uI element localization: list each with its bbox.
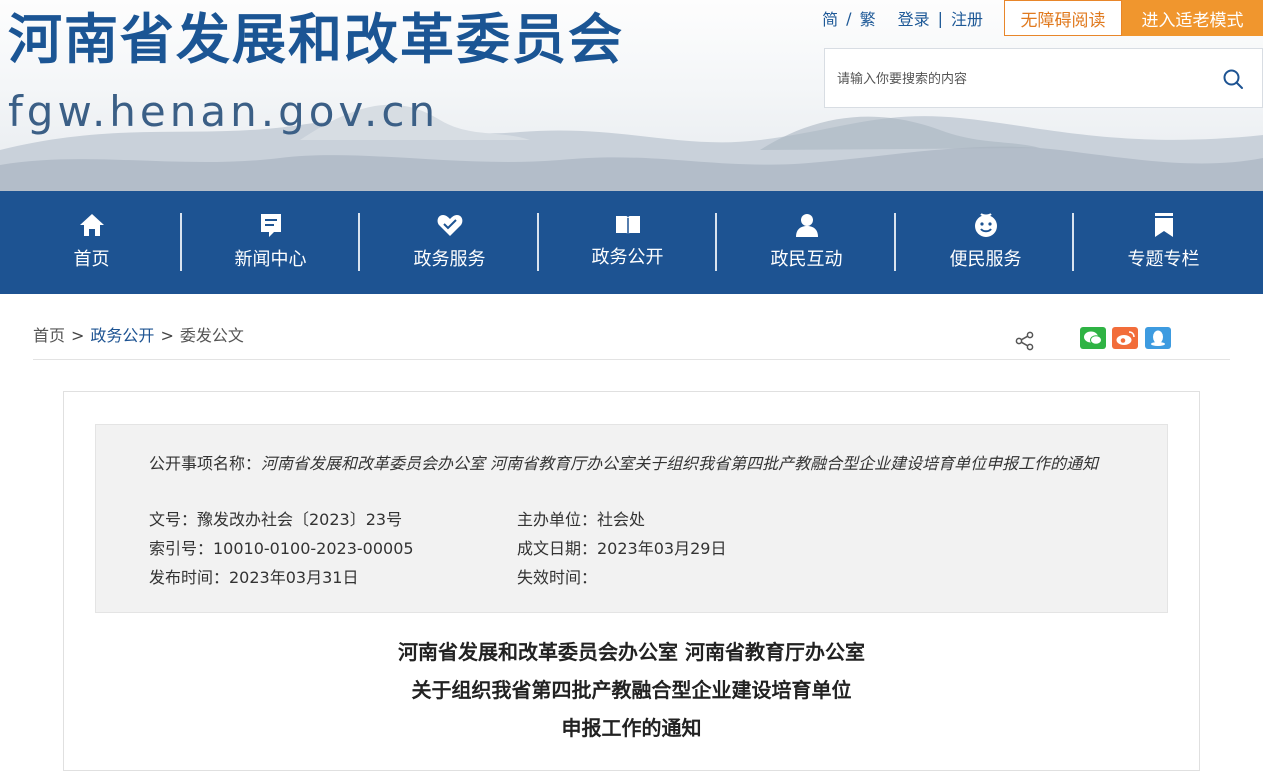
share-icon[interactable] [1014, 330, 1036, 352]
breadcrumb-home[interactable]: 首页 [33, 326, 65, 345]
created-date: 成文日期：2023年03月29日 [517, 539, 727, 558]
nav-item-label: 新闻中心 [234, 249, 307, 270]
handshake-icon [437, 215, 462, 236]
document-number: 文号：豫发改办社会〔2023〕23号 [149, 510, 403, 529]
nav-item-label: 首页 [73, 249, 110, 270]
document-title-line-2: 关于组织我省第四批产教融合型企业建设培育单位 [411, 678, 852, 702]
home-icon [79, 214, 104, 236]
accessibility-reading-button[interactable]: 无障碍阅读 [1004, 0, 1122, 36]
wechat-icon[interactable] [1080, 327, 1106, 349]
nav-item-interaction[interactable]: 政民互动 [717, 191, 896, 294]
weibo-glyph-icon [1116, 331, 1135, 345]
qq-icon[interactable] [1145, 327, 1171, 349]
nav-item-label: 专题专栏 [1127, 249, 1200, 270]
document-title-line-3: 申报工作的通知 [561, 716, 702, 740]
wechat-glyph-icon [1084, 331, 1102, 345]
document-title-line-1: 河南省发展和改革委员会办公室 河南省教育厅办公室 [398, 640, 865, 664]
auth-separator: | [937, 8, 943, 28]
disclosure-item-name: 公开事项名称：河南省发展和改革委员会办公室 河南省教育厅办公室关于组织我省第四批… [149, 449, 1124, 478]
language-separator: / [846, 8, 852, 28]
nav-item-gov-open[interactable]: 政务公开 [538, 191, 717, 294]
elder-mode-button[interactable]: 进入适老模式 [1122, 0, 1263, 36]
publish-time: 发布时间：2023年03月31日 [149, 568, 359, 587]
simplified-chinese-link[interactable]: 简 [822, 6, 838, 30]
search-input[interactable] [835, 63, 1209, 95]
top-links: 简 / 繁 登录 | 注册 [822, 6, 983, 30]
bookmark-icon [1154, 213, 1173, 237]
index-number: 索引号：10010-0100-2023-00005 [149, 539, 414, 558]
site-title: 河南省发展和改革委员会 [8, 8, 624, 71]
expire-time: 失效时间： [517, 568, 598, 587]
sponsor-unit: 主办单位：社会处 [517, 510, 646, 529]
nav-item-home[interactable]: 首页 [2, 191, 181, 294]
nav-item-services[interactable]: 政务服务 [360, 191, 539, 294]
book-icon [615, 216, 640, 235]
breadcrumb-divider [33, 359, 1230, 360]
weibo-icon[interactable] [1112, 327, 1138, 349]
nav-item-label: 便民服务 [949, 249, 1022, 270]
document-metadata-box: 公开事项名称：河南省发展和改革委员会办公室 河南省教育厅办公室关于组织我省第四批… [95, 424, 1168, 613]
site-header: 河南省发展和改革委员会 fgw.henan.gov.cn 简 / 繁 登录 | … [0, 0, 1263, 191]
breadcrumb-current[interactable]: 委发公文 [180, 326, 244, 345]
breadcrumb-gov-open[interactable]: 政务公开 [90, 326, 154, 345]
search-box [824, 48, 1263, 108]
nav-item-public-service[interactable]: 便民服务 [896, 191, 1075, 294]
traditional-chinese-link[interactable]: 繁 [860, 6, 876, 30]
register-link[interactable]: 注册 [951, 6, 983, 30]
breadcrumb: 首页 > 政务公开 > 委发公文 [33, 322, 244, 346]
qq-glyph-icon [1151, 330, 1165, 346]
nav-item-news[interactable]: 新闻中心 [181, 191, 360, 294]
nav-item-topics[interactable]: 专题专栏 [1074, 191, 1253, 294]
smile-face-icon [974, 213, 997, 237]
user-icon [795, 214, 818, 237]
disclosure-item-label: 公开事项名称： [149, 454, 262, 473]
nav-item-label: 政民互动 [770, 249, 843, 270]
nav-item-label: 政务公开 [591, 247, 664, 268]
disclosure-item-value: 河南省发展和改革委员会办公室 河南省教育厅办公室关于组织我省第四批产教融合型企业… [261, 454, 1099, 473]
breadcrumb-separator: > [160, 326, 174, 345]
login-link[interactable]: 登录 [898, 6, 930, 30]
main-nav: 首页 新闻中心 政务服务 政务公开 政民互动 便民服务 专题专栏 [0, 191, 1263, 294]
nav-item-label: 政务服务 [413, 249, 486, 270]
search-icon[interactable] [1221, 67, 1245, 91]
site-url: fgw.henan.gov.cn [8, 87, 440, 136]
breadcrumb-separator: > [71, 326, 85, 345]
document-icon [260, 214, 281, 237]
